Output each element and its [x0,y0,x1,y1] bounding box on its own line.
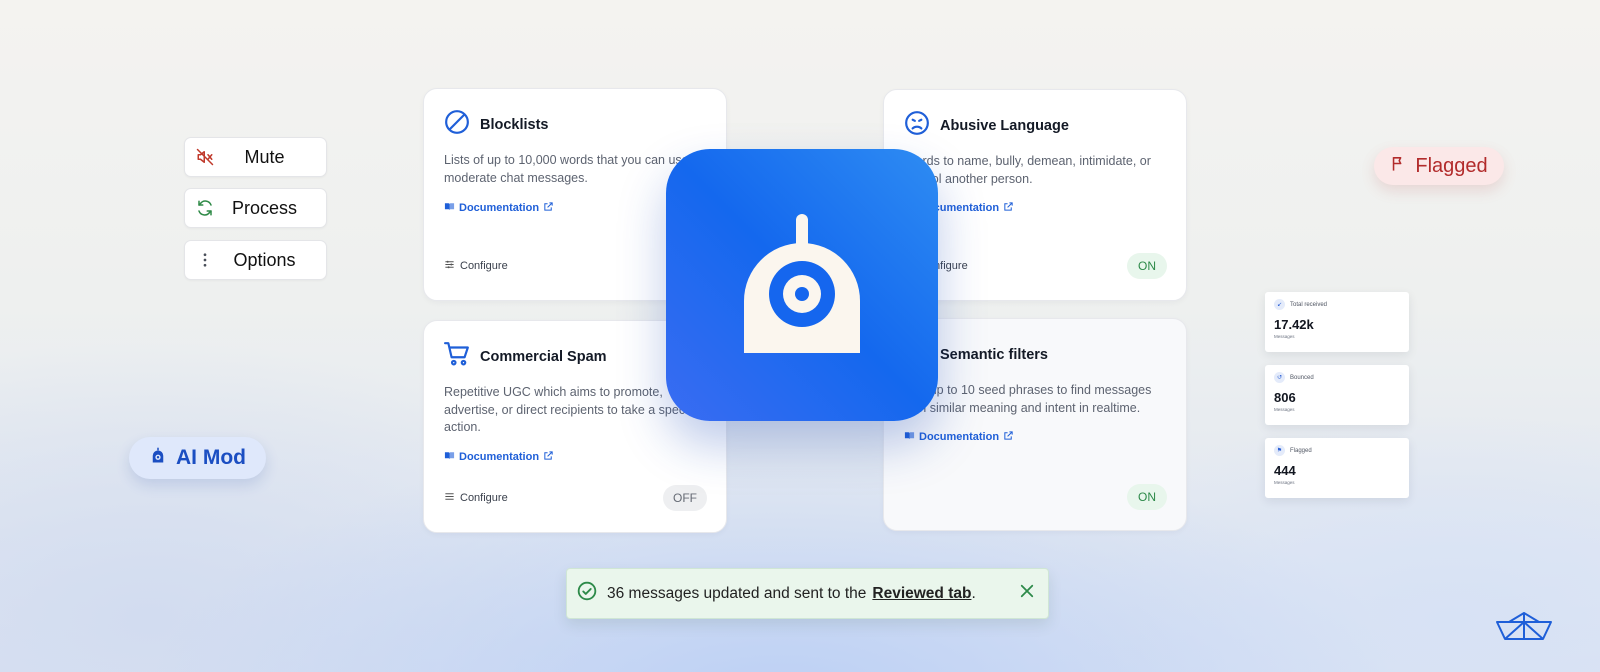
card-title: Commercial Spam [480,348,607,365]
card-description: Use up to 10 seed phrases to find messag… [904,383,1152,415]
process-button[interactable]: Process [184,188,327,228]
stat-value: 17.42k [1274,317,1314,332]
stat-card-total-received: ↙ Total received 17.42k Messages [1265,292,1409,352]
sliders-icon [444,259,455,273]
ai-mod-label: AI Mod [176,446,246,469]
book-icon [904,430,915,444]
stat-card-bounced: ↺ Bounced 806 Messages [1265,365,1409,425]
book-icon [444,450,455,464]
configure-button[interactable]: Configure [444,259,508,273]
card-description: Words to name, bully, demean, intimidate… [904,154,1151,186]
documentation-link[interactable]: Documentation [444,450,554,464]
toggle-off[interactable]: OFF [663,485,707,511]
bounce-icon: ↺ [1274,372,1285,383]
prohibited-icon [444,109,470,140]
options-label: Options [233,249,296,270]
more-vertical-icon [185,251,225,269]
refresh-icon [185,199,225,217]
documentation-link[interactable]: Documentation [444,201,554,215]
card-title: Abusive Language [940,117,1069,134]
toast-message: 36 messages updated and sent to the [607,584,867,602]
toggle-on[interactable]: ON [1127,484,1167,510]
toast-suffix: . [971,584,976,602]
robot-icon [149,446,167,470]
sad-face-icon [904,110,930,141]
process-label: Process [231,197,298,218]
configure-button[interactable]: Configure [444,491,508,505]
check-circle-icon [577,581,597,606]
stat-value: 806 [1274,390,1296,405]
cart-icon [444,341,470,372]
flag-icon: ⚑ [1274,445,1285,456]
mute-label: Mute [244,146,285,167]
documentation-link[interactable]: Documentation [904,430,1014,444]
external-link-icon [543,201,554,215]
card-title: Blocklists [480,116,549,133]
flagged-badge: Flagged [1374,147,1504,185]
success-toast: 36 messages updated and sent to the Revi… [566,568,1049,619]
stat-unit: Messages [1274,480,1295,485]
card-title: Semantic filters [940,346,1048,363]
book-icon [444,201,455,215]
boat-logo-icon [1495,612,1553,647]
robot-icon [744,214,860,353]
app-icon [666,149,938,421]
mute-icon [185,148,225,166]
toggle-on[interactable]: ON [1127,253,1167,279]
external-link-icon [1003,430,1014,444]
stat-unit: Messages [1274,407,1295,412]
sliders-icon [444,491,455,505]
flagged-label: Flagged [1415,154,1488,177]
close-icon[interactable] [1018,582,1036,605]
inbox-icon: ↙ [1274,299,1285,310]
external-link-icon [543,450,554,464]
flag-icon [1390,155,1407,178]
stat-value: 444 [1274,463,1296,478]
external-link-icon [1003,201,1014,215]
stat-unit: Messages [1274,334,1295,339]
mute-button[interactable]: Mute [184,137,327,177]
reviewed-tab-link[interactable]: Reviewed tab [872,585,971,603]
ai-mod-badge: AI Mod [129,437,266,479]
stat-card-flagged: ⚑ Flagged 444 Messages [1265,438,1409,498]
options-button[interactable]: Options [184,240,327,280]
